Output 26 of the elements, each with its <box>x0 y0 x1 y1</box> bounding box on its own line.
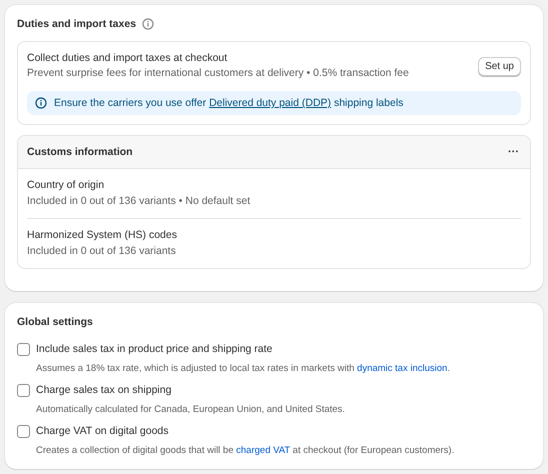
option-description: Assumes a 18% tax rate, which is adjusted to local tax rates in markets with dynamic tax inclusion. <box>36 362 451 375</box>
ddp-link[interactable]: Delivered duty paid (DDP) <box>209 97 332 109</box>
setting-description: Prevent surprise fees for international customers at delivery • 0.5% transaction fee <box>27 66 409 81</box>
option-description: Creates a collection of digital goods that will be charged VAT at checkout (for European customers). <box>36 444 456 457</box>
customs-row-title: Country of origin <box>27 178 106 193</box>
checkbox[interactable] <box>17 343 30 356</box>
help-link[interactable]: charged VAT <box>236 445 290 456</box>
checkbox-label: Include sales tax in product price and shipping rate <box>36 342 272 357</box>
set-up-button[interactable]: Set up <box>478 56 521 76</box>
more-actions-button[interactable]: ··· <box>506 146 521 158</box>
checkbox[interactable] <box>17 384 30 397</box>
banner-text: Ensure the carriers you use offer Delivered duty paid (DDP) shipping labels <box>54 97 404 109</box>
customs-row-description: Included in 0 out of 136 variants • No default set <box>27 194 252 209</box>
section-title: Global settings <box>17 316 93 328</box>
section-title: Duties and import taxes <box>17 18 136 30</box>
info-icon <box>142 18 154 30</box>
info-icon <box>35 97 47 109</box>
checkbox-label: Charge sales tax on shipping <box>36 383 172 398</box>
customs-row-description: Included in 0 out of 136 variants <box>27 244 177 259</box>
checkbox[interactable] <box>17 425 30 438</box>
customs-row-title: Harmonized System (HS) codes <box>27 228 178 243</box>
help-link[interactable]: dynamic tax inclusion <box>357 363 448 374</box>
panel-title: Customs information <box>27 146 133 158</box>
setting-title: Collect duties and import taxes at checkout <box>27 51 228 66</box>
option-description: Automatically calculated for Canada, European Union, and United States. <box>36 403 346 416</box>
checkbox-label: Charge VAT on digital goods <box>36 424 169 439</box>
